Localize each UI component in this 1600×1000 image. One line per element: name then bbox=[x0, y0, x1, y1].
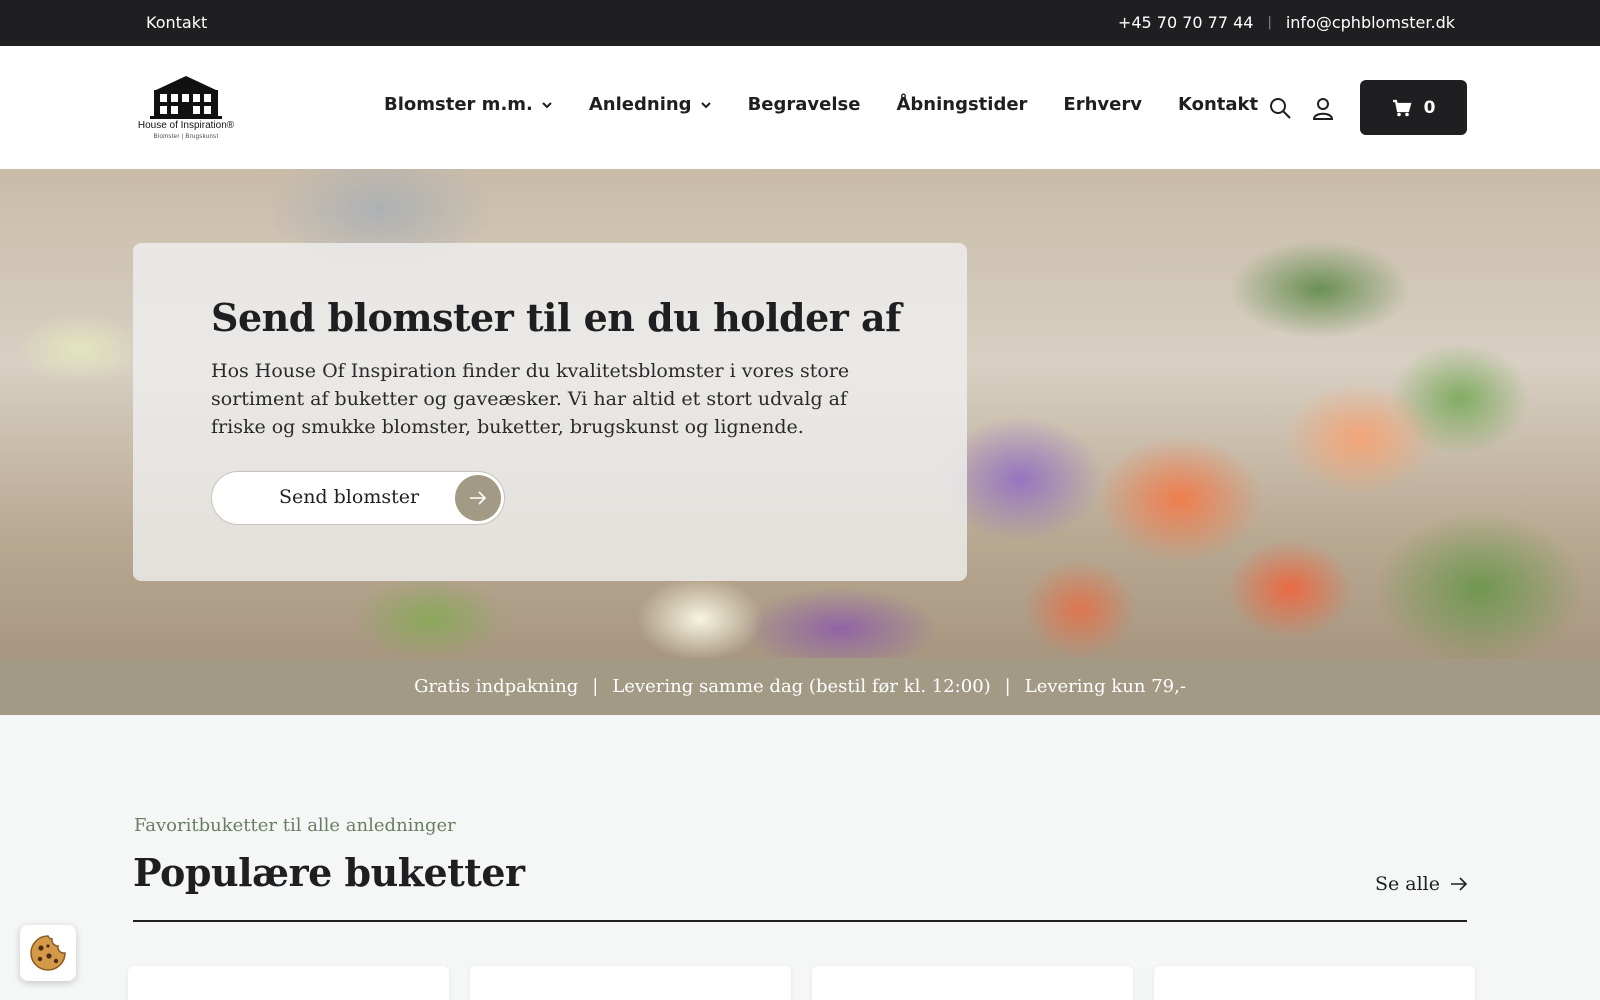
nav-item-kontakt[interactable]: Kontakt bbox=[1178, 94, 1258, 115]
hero-text: Hos House Of Inspiration finder du kvali… bbox=[211, 360, 850, 438]
cart-button[interactable]: 0 bbox=[1360, 80, 1467, 135]
benefit-separator: | bbox=[1004, 676, 1011, 697]
nav-item-label: Åbningstider bbox=[896, 94, 1028, 115]
house-logo-icon bbox=[150, 76, 222, 119]
site-header: House of Inspiration® Blomster | Brugsku… bbox=[0, 46, 1600, 169]
site-logo[interactable]: House of Inspiration® Blomster | Brugsku… bbox=[134, 72, 238, 146]
cart-count: 0 bbox=[1423, 97, 1436, 118]
topbar-phone[interactable]: +45 70 70 77 44 bbox=[1118, 13, 1254, 32]
main-nav: Blomster m.m. Anledning Begravelse Åbnin… bbox=[384, 94, 1258, 115]
topbar-contact-info: +45 70 70 77 44 | info@cphblomster.dk bbox=[1118, 13, 1455, 32]
nav-item-erhverv[interactable]: Erhverv bbox=[1063, 94, 1142, 115]
product-card[interactable] bbox=[812, 966, 1133, 1000]
benefit-separator: | bbox=[592, 676, 599, 697]
chevron-down-icon bbox=[542, 101, 552, 108]
cookie-icon bbox=[30, 935, 66, 971]
product-card[interactable] bbox=[1154, 966, 1475, 1000]
hero-card: Send blomster til en du holder af Hos Ho… bbox=[133, 243, 967, 581]
hero-title: Send blomster til en du holder af bbox=[211, 295, 901, 340]
logo-name: House of Inspiration® bbox=[137, 120, 235, 131]
topbar-separator: | bbox=[1267, 15, 1272, 30]
topbar-contact-link[interactable]: Kontakt bbox=[146, 13, 207, 32]
benefit-item: Levering kun 79,- bbox=[1024, 676, 1186, 697]
nav-item-label: Begravelse bbox=[747, 94, 861, 115]
nav-item-begravelse[interactable]: Begravelse bbox=[748, 94, 861, 115]
benefits-bar: Gratis indpakning | Levering samme dag (… bbox=[0, 658, 1600, 715]
nav-item-blomster[interactable]: Blomster m.m. bbox=[384, 94, 553, 115]
benefit-item: Levering samme dag (bestil før kl. 12:00… bbox=[612, 676, 991, 697]
send-blomster-label: Send blomster bbox=[278, 486, 420, 508]
search-icon[interactable] bbox=[1268, 96, 1292, 120]
logo-tagline: Blomster | Brugskunst bbox=[153, 134, 219, 140]
arrow-right-icon bbox=[455, 475, 501, 521]
see-all-link[interactable]: Se alle bbox=[1375, 873, 1468, 895]
nav-item-label: Blomster m.m. bbox=[384, 94, 533, 115]
section-subtitle: Favoritbuketter til alle anledninger bbox=[134, 815, 456, 836]
top-bar: Kontakt +45 70 70 77 44 | info@cphblomst… bbox=[0, 0, 1600, 46]
arrow-right-icon bbox=[1451, 877, 1468, 891]
see-all-label: Se alle bbox=[1374, 873, 1440, 895]
hero-banner: Send blomster til en du holder af Hos Ho… bbox=[0, 169, 1600, 658]
product-card[interactable] bbox=[470, 966, 791, 1000]
nav-item-anledning[interactable]: Anledning bbox=[589, 94, 712, 115]
section-divider bbox=[133, 920, 1467, 922]
cart-icon bbox=[1392, 99, 1412, 116]
nav-item-label: Kontakt bbox=[1177, 94, 1259, 115]
topbar-email[interactable]: info@cphblomster.dk bbox=[1286, 13, 1455, 32]
section-title: Populære buketter bbox=[133, 850, 525, 895]
nav-item-abningstider[interactable]: Åbningstider bbox=[896, 94, 1027, 115]
send-blomster-button[interactable]: Send blomster bbox=[211, 471, 505, 525]
benefit-item: Gratis indpakning bbox=[414, 676, 579, 697]
cookie-settings-button[interactable] bbox=[20, 925, 76, 981]
product-card[interactable] bbox=[128, 966, 449, 1000]
nav-item-label: Anledning bbox=[588, 94, 692, 115]
nav-item-label: Erhverv bbox=[1063, 94, 1142, 115]
chevron-down-icon bbox=[700, 101, 711, 108]
user-icon[interactable] bbox=[1311, 96, 1335, 120]
